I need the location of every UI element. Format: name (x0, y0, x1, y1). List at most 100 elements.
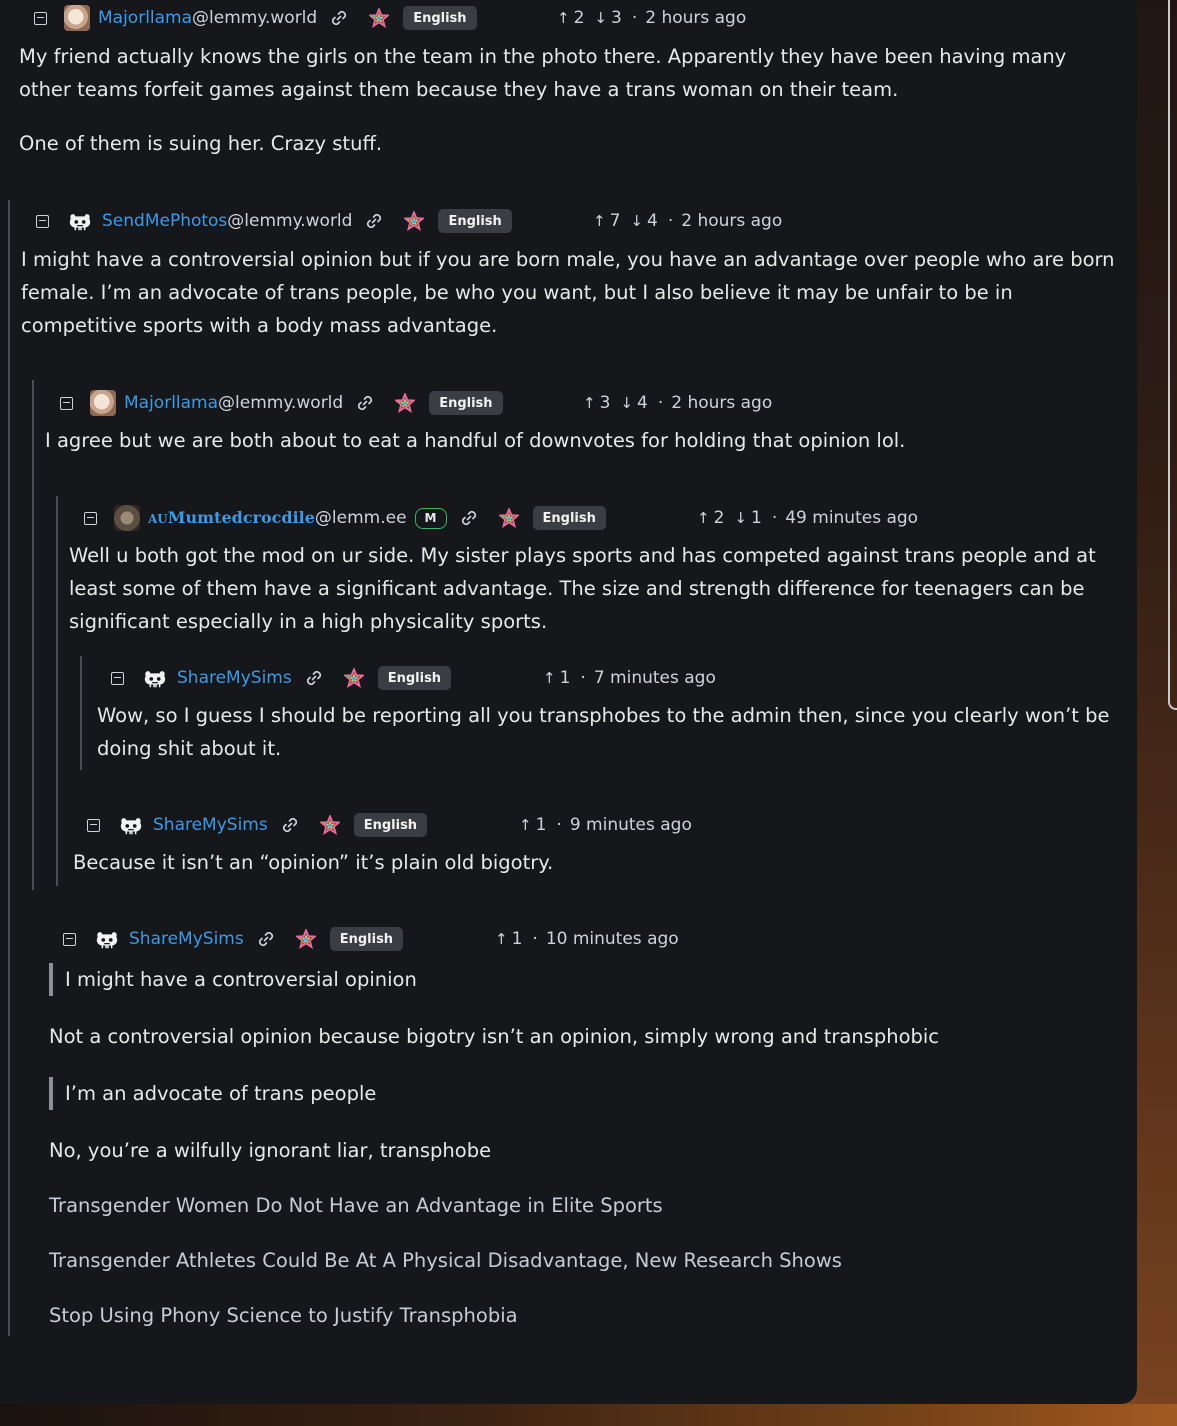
comment-text: Not a controversial opinion because bigo… (49, 1025, 940, 1048)
username-link[interactable]: ShareMySims (129, 929, 244, 949)
username-link[interactable]: ShareMySims (153, 815, 268, 835)
comment-text: No, you’re a wilfully ignorant liar, tra… (49, 1139, 492, 1162)
mod-badge: M (414, 507, 447, 529)
croc-avatar[interactable] (114, 505, 140, 531)
timestamp: 49 minutes ago (785, 508, 919, 528)
link-icon[interactable] (329, 8, 349, 28)
comment-text: I agree but we are both about to eat a h… (45, 429, 906, 452)
collapse-icon[interactable] (111, 671, 124, 685)
upvote-icon[interactable]: ↑ (543, 669, 556, 687)
link-icon[interactable] (355, 393, 375, 413)
comment-text: One of them is suing her. Crazy stuff. (19, 132, 383, 155)
comment-header: ShareMySims English (87, 811, 428, 839)
separator-dot: · (667, 211, 674, 231)
link-icon[interactable] (256, 929, 276, 949)
username-link[interactable]: ShareMySims (177, 668, 292, 688)
upvote-count: 7 (609, 211, 621, 231)
thread-line[interactable] (32, 380, 34, 890)
link-icon[interactable] (459, 508, 479, 528)
comments-panel: Majorllama@lemmy.world English ↑ 2 ↓ 3 · 2… (0, 0, 1137, 1404)
comment-text: Because it isn’t an “opinion” it’s plain… (73, 851, 554, 874)
downvote-icon[interactable]: ↓ (630, 212, 643, 230)
username-link[interactable]: AUMumtedcrocdile@lemm.ee (148, 508, 407, 528)
star-icon (369, 8, 389, 28)
upvote-count: 2 (713, 508, 725, 528)
downvote-icon[interactable]: ↓ (734, 509, 747, 527)
upvote-icon[interactable]: ↑ (583, 394, 596, 412)
llama-avatar[interactable] (64, 5, 90, 31)
comment-header: ShareMySims English (111, 664, 452, 692)
timestamp: 2 hours ago (681, 211, 783, 231)
username-link[interactable]: SendMePhotos@lemmy.world (102, 211, 352, 231)
timestamp: 2 hours ago (671, 393, 773, 413)
vote-info: ↑ 7 ↓ 4 · 2 hours ago (593, 207, 782, 235)
star-icon (344, 668, 364, 688)
upvote-count: 2 (573, 8, 585, 28)
language-badge: English (353, 813, 428, 837)
llama-avatar[interactable] (90, 390, 116, 416)
upvote-count: 3 (599, 393, 611, 413)
star-icon (499, 508, 519, 528)
comment-header: Majorllama@lemmy.world English (34, 4, 477, 32)
separator-dot: · (532, 929, 538, 949)
thread-line[interactable] (8, 200, 10, 1336)
link-icon[interactable] (304, 668, 324, 688)
background-bottom (0, 1404, 1177, 1426)
collapse-icon[interactable] (36, 214, 49, 228)
language-badge: English (403, 6, 477, 30)
username-link[interactable]: Majorllama@lemmy.world (124, 393, 343, 413)
comment-header: SendMePhotos@lemmy.world English (36, 207, 512, 235)
comment-text: My friend actually knows the girls on th… (19, 45, 1067, 101)
collapse-icon[interactable] (34, 11, 47, 25)
comment-text: Well u both got the mod on ur side. My s… (69, 544, 1096, 633)
downvote-icon[interactable]: ↓ (620, 394, 633, 412)
timestamp: 10 minutes ago (545, 929, 679, 949)
upvote-icon[interactable]: ↑ (557, 9, 570, 27)
upvote-icon[interactable]: ↑ (495, 930, 508, 948)
comment-header: Majorllama@lemmy.world English (60, 389, 503, 417)
collapse-icon[interactable] (60, 396, 73, 410)
timestamp: 7 minutes ago (593, 668, 716, 688)
language-badge: English (377, 666, 452, 690)
vote-info: ↑ 1 · 10 minutes ago (495, 925, 679, 953)
vote-info: ↑ 1 · 7 minutes ago (543, 664, 716, 692)
language-badge: English (438, 209, 512, 233)
lemmy-avatar[interactable] (141, 665, 169, 691)
star-icon (395, 393, 415, 413)
upvote-count: 1 (559, 668, 571, 688)
lemmy-avatar[interactable] (117, 812, 145, 838)
thread-line[interactable] (56, 496, 58, 886)
blockquote: I’m an advocate of trans people (49, 1077, 376, 1110)
language-badge: English (329, 927, 404, 951)
article-link[interactable]: Transgender Athletes Could Be At A Physi… (49, 1244, 842, 1277)
upvote-icon[interactable]: ↑ (593, 212, 606, 230)
language-badge: English (532, 506, 606, 530)
vote-info: ↑ 3 ↓ 4 · 2 hours ago (583, 389, 772, 417)
collapse-icon[interactable] (63, 932, 76, 946)
separator-dot: · (631, 8, 638, 28)
lemmy-avatar[interactable] (93, 926, 121, 952)
article-link[interactable]: Transgender Women Do Not Have an Advanta… (49, 1189, 663, 1222)
blockquote: I might have a controversial opinion (49, 963, 417, 996)
thread-line[interactable] (80, 656, 82, 770)
comment-header: ShareMySims English (63, 925, 404, 953)
link-icon[interactable] (280, 815, 300, 835)
star-icon (404, 211, 424, 231)
article-link[interactable]: Stop Using Phony Science to Justify Tran… (49, 1299, 518, 1332)
username-link[interactable]: Majorllama@lemmy.world (98, 8, 317, 28)
lemmy-avatar[interactable] (66, 208, 94, 234)
downvote-count: 1 (750, 508, 762, 528)
upvote-icon[interactable]: ↑ (697, 509, 710, 527)
downvote-count: 4 (646, 211, 658, 231)
page-edge (1168, 0, 1177, 710)
collapse-icon[interactable] (87, 818, 100, 832)
link-icon[interactable] (364, 211, 384, 231)
downvote-count: 4 (636, 393, 648, 413)
separator-dot: · (556, 815, 562, 835)
collapse-icon[interactable] (84, 511, 97, 525)
downvote-icon[interactable]: ↓ (594, 9, 607, 27)
timestamp: 9 minutes ago (569, 815, 692, 835)
upvote-icon[interactable]: ↑ (519, 816, 532, 834)
comment-text: Wow, so I guess I should be reporting al… (97, 704, 1110, 760)
downvote-count: 3 (610, 8, 622, 28)
